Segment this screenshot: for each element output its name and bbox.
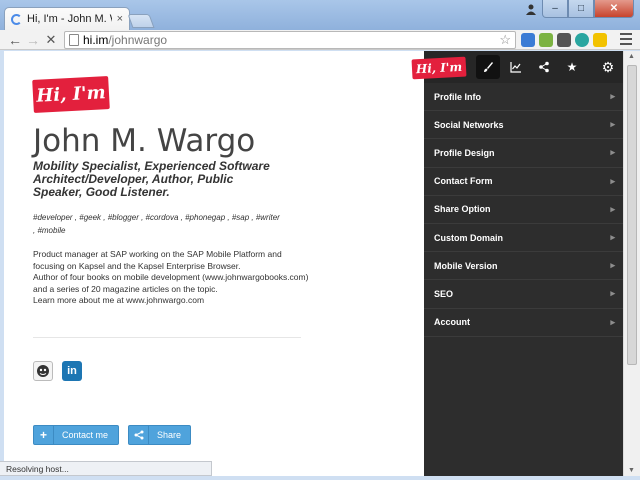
loading-spinner-icon <box>11 13 22 25</box>
page-icon <box>69 34 79 46</box>
plus-icon: + <box>34 426 54 444</box>
menu-item-social-networks[interactable]: Social Networks ▸ <box>424 111 623 140</box>
panel-logo-text: Hi, I'm <box>415 59 463 77</box>
chevron-right-icon: ▸ <box>610 203 615 214</box>
menu-item-label: Account <box>434 317 470 328</box>
title-bar: Hi, I'm - John M. Wargo (j × – □ ✕ <box>0 0 640 30</box>
menu-item-label: Mobile Version <box>434 260 498 271</box>
bio-line: Learn more about me at www.johnwargo.com <box>33 295 205 306</box>
chevron-right-icon: ▸ <box>610 175 615 186</box>
browser-tab[interactable]: Hi, I'm - John M. Wargo (j × <box>4 7 130 30</box>
back-button[interactable]: ← <box>6 31 24 49</box>
share-icon <box>129 426 149 444</box>
contact-me-label: Contact me <box>62 430 109 440</box>
menu-item-profile-info[interactable]: Profile Info ▸ <box>424 83 623 112</box>
maximize-button[interactable]: □ <box>568 0 594 18</box>
bookmark-star-icon[interactable]: ☆ <box>499 32 511 48</box>
panel-menu: Profile Info ▸ Social Networks ▸ Profile D… <box>424 83 623 337</box>
logo-text: Hi, I'm <box>35 82 107 107</box>
divider <box>33 337 301 338</box>
contact-me-button[interactable]: + Contact me <box>33 425 119 445</box>
menu-item-label: Share Option <box>434 204 491 215</box>
extension-refresh-icon[interactable] <box>575 33 589 47</box>
linkedin-link-icon[interactable]: in <box>62 361 82 381</box>
browser-toolbar: ← → ✕ hi.im/johnwargo ☆ <box>0 30 640 50</box>
menu-item-account[interactable]: Account ▸ <box>424 309 623 337</box>
scroll-thumb[interactable] <box>627 65 637 365</box>
favorite-star-icon[interactable]: ★ <box>560 55 584 79</box>
user-profile-icon[interactable] <box>520 0 542 18</box>
extension-checklist-icon[interactable] <box>593 33 607 47</box>
menu-item-label: Social Networks <box>434 119 504 130</box>
chevron-right-icon: ▸ <box>610 119 615 130</box>
menu-item-contact-form[interactable]: Contact Form ▸ <box>424 168 623 196</box>
menu-item-custom-domain[interactable]: Custom Domain ▸ <box>424 224 623 253</box>
menu-item-label: Custom Domain <box>434 232 504 243</box>
menu-item-share-option[interactable]: Share Option ▸ <box>424 196 623 224</box>
menu-item-mobile-version[interactable]: Mobile Version ▸ <box>424 252 623 281</box>
brush-icon[interactable] <box>476 55 500 79</box>
menu-item-label: Profile Info <box>434 91 481 102</box>
minimize-button[interactable]: – <box>542 0 568 18</box>
share-label: Share <box>157 430 182 440</box>
url-host: hi.im <box>83 33 109 47</box>
chevron-right-icon: ▸ <box>610 288 615 299</box>
window-controls: – □ ✕ <box>520 0 634 18</box>
forward-button[interactable]: → <box>24 31 42 49</box>
chevron-right-icon: ▸ <box>610 147 615 158</box>
profile-bio: Product manager at SAP working on the SA… <box>33 249 313 307</box>
tab-close-icon[interactable]: × <box>117 13 123 25</box>
chevron-right-icon: ▸ <box>610 260 615 271</box>
bio-line: Product manager at SAP working on the SA… <box>33 249 282 271</box>
scroll-up-arrow-icon[interactable]: ▲ <box>628 53 635 60</box>
menu-item-label: SEO <box>434 288 454 299</box>
share-nodes-icon[interactable] <box>532 55 556 79</box>
bio-line: Author of four books on mobile developme… <box>33 272 309 294</box>
extension-leaf-icon[interactable] <box>539 33 553 47</box>
profile-name: John M. Wargo <box>33 123 256 159</box>
profile-tags: #developer , #geek , #blogger , #cordova… <box>33 213 280 235</box>
settings-gear-icon[interactable]: ⚙ <box>596 55 620 79</box>
extension-translate-icon[interactable] <box>521 33 535 47</box>
menu-item-label: Contact Form <box>434 176 493 187</box>
menu-item-seo[interactable]: SEO ▸ <box>424 280 623 309</box>
chevron-right-icon: ▸ <box>610 232 615 243</box>
panel-logo[interactable]: Hi, I'm <box>411 56 467 80</box>
stop-loading-button[interactable]: ✕ <box>42 31 60 49</box>
address-bar[interactable]: hi.im/johnwargo ☆ <box>64 31 516 49</box>
hi-im-logo: Hi, I'm <box>32 76 110 113</box>
new-tab-button[interactable] <box>127 14 155 28</box>
close-window-button[interactable]: ✕ <box>594 0 634 18</box>
share-button[interactable]: Share <box>128 425 191 445</box>
profile-tagline: Mobility Specialist, Experienced Softwar… <box>33 159 270 199</box>
menu-item-profile-design[interactable]: Profile Design ▸ <box>424 139 623 168</box>
page-scrollbar[interactable]: ▲ ▼ <box>623 51 640 476</box>
stats-chart-icon[interactable] <box>504 55 528 79</box>
chevron-right-icon: ▸ <box>610 91 615 102</box>
tab-title: Hi, I'm - John M. Wargo (j <box>27 13 112 25</box>
settings-panel: Hi, I'm ★ ⚙ Profile Info ▸ Social Network… <box>411 51 623 476</box>
chevron-right-icon: ▸ <box>610 316 615 327</box>
menu-item-label: Profile Design <box>434 147 495 158</box>
panel-header: Hi, I'm ★ ⚙ <box>411 51 623 83</box>
chrome-menu-icon[interactable] <box>620 33 632 45</box>
url-path: /johnwargo <box>108 33 168 47</box>
scroll-down-arrow-icon[interactable]: ▼ <box>628 467 635 474</box>
extension-pocket-icon[interactable] <box>557 33 571 47</box>
status-bar: Resolving host... <box>0 461 212 476</box>
github-link-icon[interactable] <box>33 361 53 381</box>
